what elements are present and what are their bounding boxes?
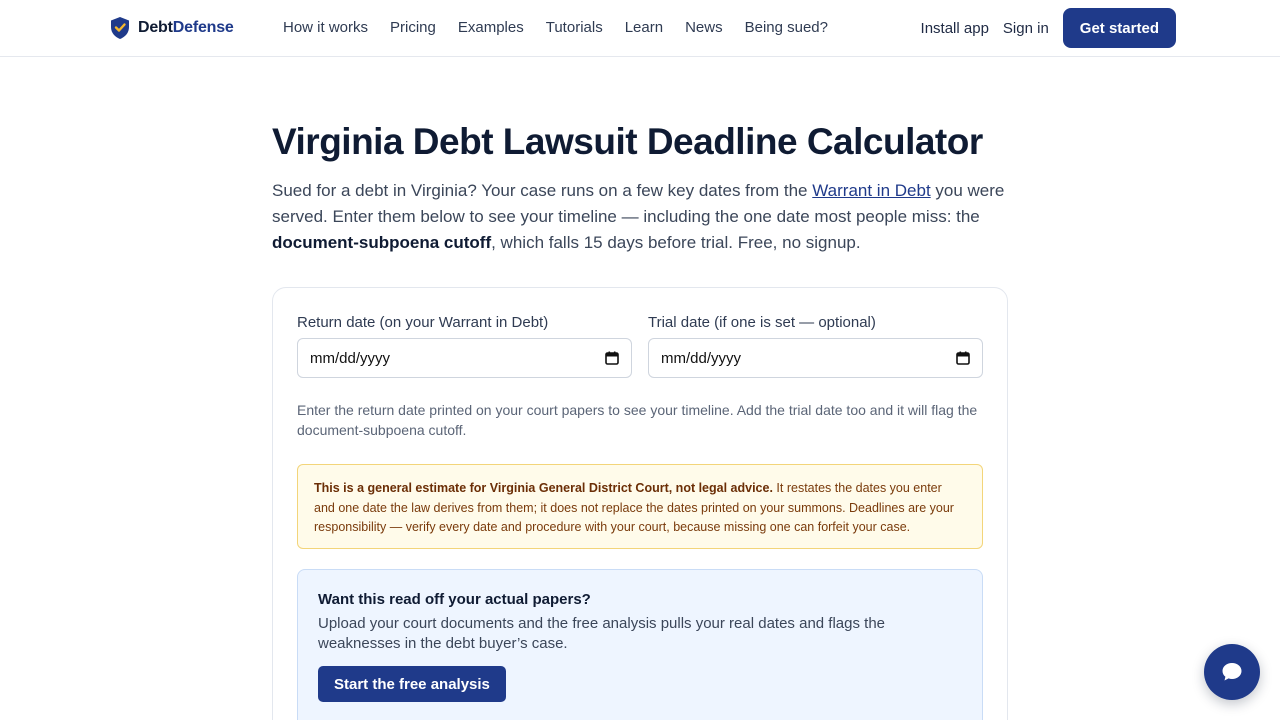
nav-learn[interactable]: Learn: [625, 18, 663, 38]
sign-in-link[interactable]: Sign in: [1003, 20, 1049, 37]
trial-date-placeholder: mm/dd/yyyy: [661, 349, 742, 367]
top-navigation-bar: DebtDefense How it works Pricing Example…: [0, 0, 1280, 57]
calendar-icon[interactable]: [956, 351, 970, 365]
intro-text-end: , which falls 15 days before trial. Free…: [491, 233, 861, 252]
shield-check-icon: [111, 17, 129, 39]
return-date-field: Return date (on your Warrant in Debt) mm…: [297, 314, 632, 378]
nav-tutorials[interactable]: Tutorials: [546, 18, 603, 38]
logo-text-defense: Defense: [172, 19, 234, 36]
chat-button[interactable]: [1204, 644, 1260, 700]
return-date-label: Return date (on your Warrant in Debt): [297, 314, 549, 331]
cta-heading: Want this read off your actual papers?: [318, 591, 591, 608]
logo-wordmark: DebtDefense: [138, 19, 234, 37]
install-app-link[interactable]: Install app: [921, 20, 989, 37]
legal-disclaimer-box: This is a general estimate for Virginia …: [297, 464, 983, 549]
warrant-in-debt-link[interactable]: Warrant in Debt: [812, 181, 930, 200]
nav-examples[interactable]: Examples: [458, 18, 524, 38]
nav-how-it-works[interactable]: How it works: [283, 18, 368, 38]
start-free-analysis-button[interactable]: Start the free analysis: [318, 666, 506, 702]
form-hint-text: Enter the return date printed on your co…: [297, 402, 978, 438]
nav-pricing[interactable]: Pricing: [390, 18, 436, 38]
return-date-input[interactable]: mm/dd/yyyy: [297, 338, 632, 378]
chat-bubble-icon: [1222, 663, 1242, 681]
trial-date-field: Trial date (if one is set — optional) mm…: [648, 314, 983, 378]
cta-body: Upload your court documents and the free…: [318, 615, 885, 652]
site-logo[interactable]: DebtDefense: [110, 16, 234, 40]
nav-being-sued[interactable]: Being sued?: [745, 18, 828, 38]
logo-text-debt: Debt: [138, 19, 173, 36]
trial-date-input[interactable]: mm/dd/yyyy: [648, 338, 983, 378]
intro-paragraph: Sued for a debt in Virginia? Your case r…: [272, 178, 1008, 256]
main-nav: How it works Pricing Examples Tutorials …: [283, 18, 850, 38]
nav-news[interactable]: News: [685, 18, 723, 38]
disclaimer-bold: This is a general estimate for Virginia …: [314, 481, 773, 495]
intro-bold-cutoff: document-subpoena cutoff: [272, 233, 492, 252]
page-title: Virginia Debt Lawsuit Deadline Calculato…: [272, 121, 983, 162]
intro-text-start: Sued for a debt in Virginia? Your case r…: [272, 181, 813, 200]
get-started-button[interactable]: Get started: [1062, 8, 1176, 48]
return-date-placeholder: mm/dd/yyyy: [310, 349, 391, 367]
calculator-card: Return date (on your Warrant in Debt) mm…: [272, 287, 1008, 720]
trial-date-label: Trial date (if one is set — optional): [648, 314, 876, 331]
free-analysis-cta: Want this read off your actual papers? U…: [297, 569, 983, 720]
header-actions: Install app Sign in Get started: [921, 8, 1176, 48]
main-content: Virginia Debt Lawsuit Deadline Calculato…: [272, 120, 1008, 720]
calendar-icon[interactable]: [605, 351, 619, 365]
